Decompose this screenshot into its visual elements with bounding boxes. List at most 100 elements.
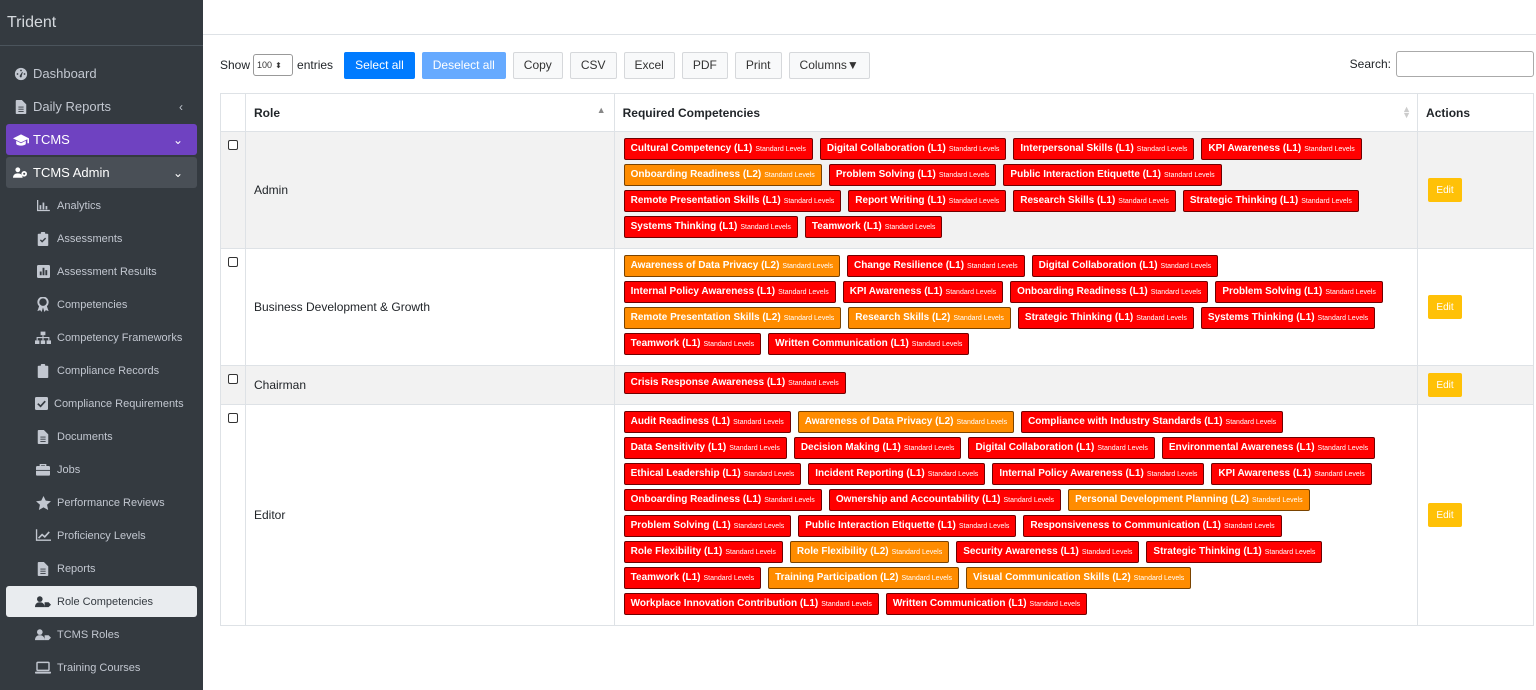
- sidebar-item-daily-reports[interactable]: Daily Reports ‹: [6, 91, 197, 122]
- sidebar-item-label: Role Competencies: [57, 595, 153, 608]
- sidebar-item-label: Analytics: [57, 199, 102, 212]
- sidebar-item-competencies[interactable]: Competencies: [6, 289, 197, 320]
- competency-badge-level-note: Standard Levels: [764, 172, 815, 179]
- sidebar-item-tcms-admin[interactable]: TCMS Admin ⌄: [6, 157, 197, 188]
- edit-button[interactable]: Edit: [1428, 373, 1463, 397]
- sidebar-item-documents[interactable]: Documents: [6, 421, 197, 452]
- sidebar-item-reports[interactable]: Reports: [6, 553, 197, 584]
- competency-badge-level-note: Standard Levels: [1118, 198, 1169, 205]
- competency-badge-text: Training Participation (L2): [775, 572, 899, 583]
- competency-badge-text: Visual Communication Skills (L2): [973, 572, 1131, 583]
- competency-badge-level-note: Standard Levels: [911, 341, 963, 348]
- sidebar-item-assessments[interactable]: Assessments: [6, 223, 197, 254]
- row-select-cell: [220, 248, 246, 366]
- sidebar-item-compliance-requirements[interactable]: Compliance Requirements: [6, 388, 197, 419]
- edit-button[interactable]: Edit: [1428, 178, 1463, 202]
- app-brand[interactable]: Trident: [0, 0, 203, 46]
- competency-badge-text: Written Communication (L1): [775, 338, 909, 349]
- sitemap-icon: [35, 330, 51, 346]
- competency-badge-text: Strategic Thinking (L1): [1189, 195, 1299, 206]
- sidebar-item-analytics[interactable]: Analytics: [6, 190, 197, 221]
- sidebar-item-tcms-roles[interactable]: TCMS Roles: [6, 619, 197, 650]
- competency-badge: KPI Awareness (L1) Standard Levels: [1201, 138, 1362, 160]
- competency-badge-text: Public Interaction Etiquette (L1): [805, 520, 956, 531]
- sidebar-item-label: Dashboard: [33, 66, 97, 81]
- edit-button[interactable]: Edit: [1428, 295, 1463, 319]
- search-input[interactable]: [1396, 51, 1534, 77]
- competency-badge: Written Communication (L1) Standard Level…: [885, 593, 1088, 615]
- competency-badge: Decision Making (L1) Standard Levels: [793, 437, 962, 459]
- competency-badge-level-note: Standard Levels: [953, 315, 1004, 322]
- sidebar-nav: Dashboard Daily Reports ‹ TCMS ⌄ TCMS Ad…: [0, 46, 203, 683]
- deselect-all-button[interactable]: Deselect all: [421, 51, 506, 79]
- briefcase-icon: [35, 462, 51, 478]
- row-select-cell: [220, 131, 246, 249]
- competency-badge-list: Cultural Competency (L1) Standard Levels D…: [623, 138, 1409, 242]
- competency-badge-level-note: Standard Levels: [891, 549, 943, 556]
- competency-badge-text: Incident Reporting (L1): [815, 468, 925, 479]
- competency-badge: Audit Readiness (L1) Standard Levels: [623, 411, 791, 433]
- excel-button[interactable]: Excel: [623, 51, 675, 79]
- competency-badge: Security Awareness (L1) Standard Levels: [956, 541, 1140, 563]
- competency-badge-text: Internal Policy Awareness (L1): [630, 286, 776, 297]
- competency-badge-level-note: Standard Levels: [733, 419, 784, 426]
- row-checkbox[interactable]: [228, 413, 238, 423]
- sidebar-item-label: Compliance Records: [57, 364, 160, 377]
- sidebar-item-label: TCMS: [33, 132, 70, 147]
- competencies-cell: Audit Readiness (L1) Standard Levels Aware…: [613, 404, 1419, 626]
- competency-badge-level-note: Standard Levels: [725, 549, 776, 556]
- competency-badge-level-note: Standard Levels: [782, 263, 834, 270]
- competency-badge-text: Onboarding Readiness (L2): [630, 169, 762, 180]
- sidebar-item-role-competencies[interactable]: Role Competencies: [6, 586, 197, 617]
- competency-badge-text: Workplace Innovation Contribution (L1): [630, 598, 819, 609]
- csv-button[interactable]: CSV: [569, 51, 617, 79]
- sidebar-item-compliance-records[interactable]: Compliance Records: [6, 355, 197, 386]
- print-button[interactable]: Print: [734, 51, 782, 79]
- sidebar-item-assessment-results[interactable]: Assessment Results: [6, 256, 197, 287]
- competency-badge: Systems Thinking (L1) Standard Levels: [1200, 307, 1376, 329]
- clipboard-check-icon: [35, 231, 51, 247]
- pdf-button[interactable]: PDF: [681, 51, 728, 79]
- sidebar-item-tcms[interactable]: TCMS ⌄: [6, 124, 197, 155]
- show-label: Show: [220, 58, 251, 72]
- entries-select[interactable]: 100 ⬍: [253, 54, 294, 76]
- row-checkbox[interactable]: [228, 257, 238, 267]
- competency-badge-text: Digital Collaboration (L1): [1038, 260, 1158, 271]
- copy-button[interactable]: Copy: [512, 51, 563, 79]
- edit-button[interactable]: Edit: [1428, 503, 1463, 527]
- competency-badge: Strategic Thinking (L1) Standard Levels: [1017, 307, 1194, 329]
- competency-badge-level-note: Standard Levels: [764, 497, 815, 504]
- entries-label: entries: [297, 58, 334, 72]
- sidebar-item-competency-frameworks[interactable]: Competency Frameworks: [6, 322, 197, 353]
- competency-badge-level-note: Standard Levels: [788, 380, 839, 387]
- sidebar-item-performance-reviews[interactable]: Performance Reviews: [6, 487, 197, 518]
- competency-badge: Crisis Response Awareness (L1) Standard L…: [623, 372, 846, 394]
- check-square-icon: [35, 396, 48, 412]
- competency-badge: Systems Thinking (L1) Standard Levels: [623, 216, 798, 238]
- competency-badge-text: Compliance with Industry Standards (L1): [1028, 416, 1223, 427]
- sidebar-item-training-courses[interactable]: Training Courses: [6, 652, 197, 683]
- select-all-button[interactable]: Select all: [344, 51, 415, 79]
- competency-badge-level-note: Standard Levels: [948, 146, 1000, 153]
- competency-badge-level-note: Standard Levels: [1251, 497, 1303, 504]
- row-checkbox[interactable]: [228, 374, 238, 384]
- competency-badge-level-note: Standard Levels: [1224, 523, 1275, 530]
- competency-badge-text: KPI Awareness (L1): [849, 286, 943, 297]
- graduation-cap-icon: [13, 132, 29, 148]
- competency-badge-text: KPI Awareness (L1): [1208, 143, 1302, 154]
- competency-badge: Teamwork (L1) Standard Levels: [804, 216, 943, 238]
- sidebar-item-proficiency-levels[interactable]: Proficiency Levels: [6, 520, 197, 551]
- header-competencies[interactable]: Required Competencies ▲ ▼: [613, 93, 1419, 132]
- columns-button[interactable]: Columns▼: [788, 51, 870, 79]
- sidebar-item-jobs[interactable]: Jobs: [6, 454, 197, 485]
- competency-badge: Written Communication (L1) Standard Level…: [768, 333, 970, 355]
- header-role-label: Role: [253, 105, 280, 120]
- competency-badge-text: Ethical Leadership (L1): [630, 468, 741, 479]
- header-role[interactable]: Role ▲: [244, 93, 615, 132]
- sidebar-item-dashboard[interactable]: Dashboard: [6, 58, 197, 89]
- competency-badge-level-note: Standard Levels: [948, 198, 1000, 205]
- role-cell: Chairman: [244, 365, 615, 405]
- row-checkbox[interactable]: [228, 140, 238, 150]
- competency-badge-text: Awareness of Data Privacy (L2): [630, 260, 780, 271]
- competency-badge-text: Environmental Awareness (L1): [1168, 442, 1315, 453]
